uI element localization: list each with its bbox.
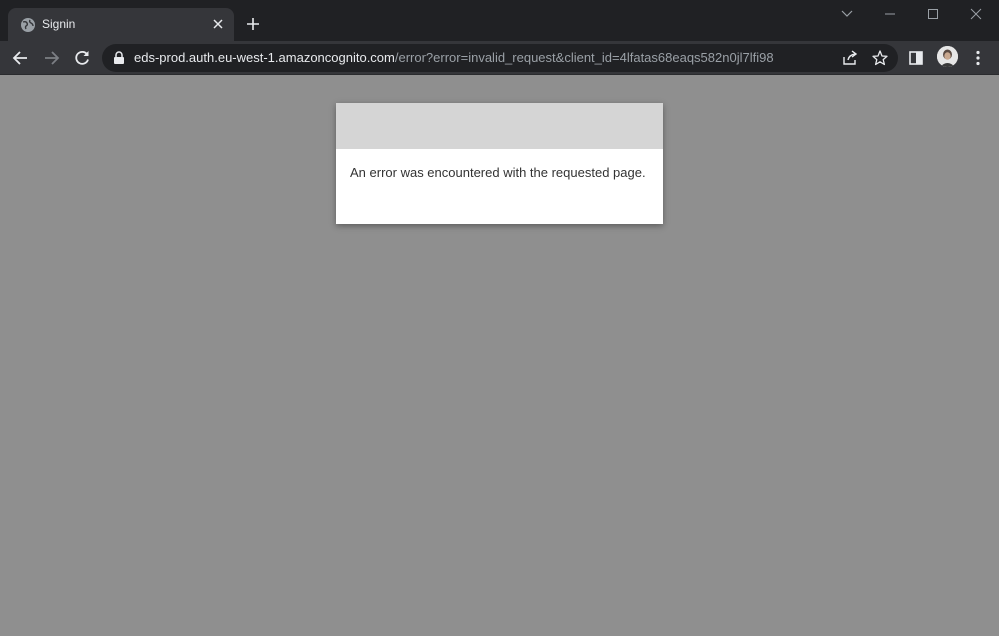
reload-icon[interactable]	[72, 48, 92, 68]
url-path: /error?error=invalid_request&client_id=4…	[394, 50, 774, 65]
close-tab-icon[interactable]	[210, 16, 226, 32]
profile-avatar-icon	[937, 46, 958, 67]
browser-toolbar: eds-prod.auth.eu-west-1.amazoncognito.co…	[0, 41, 999, 75]
url-text[interactable]: eds-prod.auth.eu-west-1.amazoncognito.co…	[134, 50, 774, 66]
page-content: An error was encountered with the reques…	[0, 75, 999, 636]
modal-header	[336, 103, 663, 149]
new-tab-icon[interactable]	[244, 15, 262, 33]
back-arrow-icon[interactable]	[11, 48, 31, 68]
maximize-icon[interactable]	[923, 6, 943, 22]
close-window-icon[interactable]	[966, 6, 986, 22]
lock-icon[interactable]	[113, 51, 125, 65]
tab-title: Signin	[42, 17, 76, 31]
minimize-icon[interactable]	[880, 6, 900, 22]
error-message: An error was encountered with the reques…	[350, 165, 646, 180]
globe-icon	[21, 18, 35, 32]
share-icon[interactable]	[841, 49, 859, 67]
side-panel-icon[interactable]	[906, 48, 926, 68]
tab-strip: Signin	[0, 0, 999, 41]
browser-window: Signin eds-prod.auth.eu-west-1.amazoncog…	[0, 0, 999, 636]
tab-search-icon[interactable]	[837, 6, 857, 22]
bookmark-star-icon[interactable]	[871, 49, 889, 67]
address-bar[interactable]: eds-prod.auth.eu-west-1.amazoncognito.co…	[102, 44, 898, 72]
tab-signin[interactable]: Signin	[8, 8, 234, 41]
forward-arrow-icon[interactable]	[41, 48, 61, 68]
more-menu-icon[interactable]	[968, 48, 988, 68]
error-modal: An error was encountered with the reques…	[336, 103, 663, 224]
profile-avatar[interactable]	[937, 46, 958, 67]
url-host: eds-prod.auth.eu-west-1.amazoncognito.co…	[134, 50, 395, 65]
